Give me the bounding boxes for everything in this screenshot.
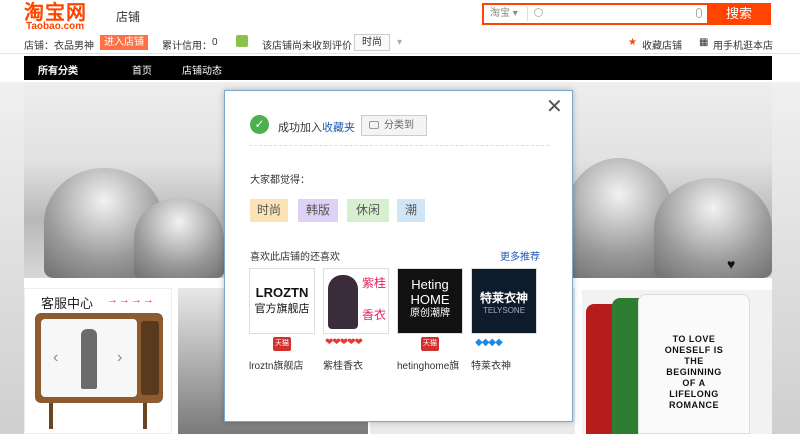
no-review-text: 该店铺尚未收到评价 <box>262 41 352 52</box>
shop-logo-lroztn[interactable]: LROZTN 官方旗舰店 <box>249 268 315 334</box>
chevron-left-icon[interactable]: ‹ <box>53 349 58 367</box>
tag-fashion[interactable]: 时尚 <box>250 199 288 222</box>
heart-rating-badge: ❤❤❤❤❤ <box>325 337 363 348</box>
diamond-rating-badge: ◆◆◆◆ <box>475 337 503 348</box>
shop-name[interactable]: 衣品男神 <box>54 37 94 52</box>
snow-tree <box>134 198 224 278</box>
shop-label: 店铺 <box>116 10 141 24</box>
favorite-shop-link[interactable]: 收藏店铺 <box>642 37 682 52</box>
shop-logo-hetinghome[interactable]: Heting HOME 原创潮牌 <box>397 268 463 334</box>
shop-logo-text: LROZTN <box>255 285 309 300</box>
search-scope-select[interactable]: 淘宝 ▾ <box>486 7 528 21</box>
tmall-badge: 天猫 <box>421 337 439 351</box>
shop-name-ziguixiangyi[interactable]: 紫桂香衣 <box>323 357 363 372</box>
search-button[interactable]: 搜索 <box>707 3 771 25</box>
shirt-line: BEGINNING <box>666 367 722 377</box>
shop-logo-telysone[interactable]: 特莱衣神 TELYSONE <box>471 268 537 334</box>
shop-logo-text: 紫桂 <box>362 276 387 290</box>
snow-tree <box>654 178 772 278</box>
header: 淘宝网 Taobao.com 店铺 淘宝 ▾ 搜索 <box>0 0 800 34</box>
search-scope-label: 淘宝 <box>490 8 510 19</box>
nav-home[interactable]: 首页 <box>132 62 152 77</box>
taobao-logo[interactable]: 淘宝网 Taobao.com <box>24 2 96 32</box>
chevron-down-icon[interactable]: ▾ <box>397 37 402 48</box>
mobile-browse-link[interactable]: 用手机逛本店 <box>713 37 773 52</box>
credit-level-icon <box>236 35 248 47</box>
favorite-success-dialog: ✕ ✓ 成功加入收藏夹 分类到 大家都觉得： 时尚 韩版 休闲 潮 喜欢此店铺的… <box>224 90 573 422</box>
page-background-left <box>0 82 24 434</box>
shop-prefix: 店铺： <box>24 41 54 52</box>
microphone-icon[interactable] <box>696 8 702 18</box>
check-icon: ✓ <box>250 115 269 134</box>
shirt-line: THE <box>684 356 704 366</box>
tv-screen: ‹ › <box>41 319 137 397</box>
more-recommendations-link[interactable]: 更多推荐 <box>500 248 540 263</box>
everyone-thinks-title: 大家都觉得： <box>250 175 310 186</box>
tv-knobs <box>141 321 159 395</box>
folder-icon <box>369 121 379 129</box>
nav-shop-updates[interactable]: 店铺动态 <box>182 62 222 77</box>
divider <box>249 145 549 146</box>
tv-leg <box>49 403 53 429</box>
credit-value: 0 <box>212 37 218 48</box>
customer-service-panel: 客服中心 →→→→ ‹ › <box>24 288 172 434</box>
shop-nav: 所有分类 首页 店铺动态 <box>24 56 772 80</box>
shop-name-telysone[interactable]: 特莱衣神 <box>471 357 511 372</box>
chevron-right-icon[interactable]: › <box>117 349 122 367</box>
shop-logo-text: Heting <box>411 277 449 292</box>
tag-korean[interactable]: 韩版 <box>298 199 338 222</box>
qr-code-icon: ▦ <box>699 37 709 48</box>
shop-logo-caption: 原创潮牌 <box>410 308 450 319</box>
credit-label: 累计信用： <box>162 41 212 52</box>
retro-tv-graphic: ‹ › <box>35 313 163 429</box>
also-liked-title: 喜欢此店铺的还喜欢 <box>250 252 340 263</box>
style-tag-select[interactable]: 时尚 <box>354 34 390 51</box>
tv-leg <box>143 403 147 429</box>
shirt-print-text: TO LOVE ONESELF IS THE BEGINNING OF A LI… <box>644 334 744 411</box>
model-figure <box>81 329 97 389</box>
success-prefix: 成功加入 <box>278 122 322 134</box>
shirt-line: LIFELONG <box>669 389 719 399</box>
shop-logo-subtext: 官方旗舰店 <box>254 303 310 315</box>
arrow-decoration: →→→→ <box>107 294 155 306</box>
tag-trendy[interactable]: 潮 <box>397 199 425 222</box>
shop-logo-subtext: 香衣 <box>362 308 387 322</box>
close-icon[interactable]: ✕ <box>546 97 563 117</box>
shop-name-lroztn[interactable]: lroztn旗舰店 <box>249 357 303 372</box>
anime-girl-illustration <box>328 275 358 329</box>
success-message: 成功加入收藏夹 <box>278 119 355 135</box>
shop-logo-subtext: HOME <box>410 292 450 307</box>
chevron-down-icon: ▾ <box>512 8 518 19</box>
service-title: 客服中心 <box>41 296 94 311</box>
shirts-photo: TO LOVE ONESELF IS THE BEGINNING OF A LI… <box>582 290 772 434</box>
shop-info-bar: 店铺： 衣品男神 进入店铺 累计信用： 0 该店铺尚未收到评价 时尚 ▾ ★ 收… <box>0 32 800 54</box>
tag-casual[interactable]: 休闲 <box>347 199 389 222</box>
shop-logo-subtext: TELYSONE <box>482 306 526 315</box>
tmall-badge: 天猫 <box>273 337 291 351</box>
search-icon <box>534 8 543 17</box>
categorize-button[interactable]: 分类到 <box>361 115 427 136</box>
nav-all-categories[interactable]: 所有分类 <box>38 62 78 77</box>
shop-logo-ziguixiangyi[interactable]: 紫桂 香衣 <box>323 268 389 334</box>
heart-icon[interactable]: ♥ <box>727 256 735 272</box>
logo-chinese: 淘宝网 <box>24 0 87 24</box>
categorize-label: 分类到 <box>384 120 414 131</box>
shirt-line: OF A <box>682 378 706 388</box>
shirt-line: ROMANCE <box>669 400 719 410</box>
shirt-line: TO LOVE <box>672 334 716 344</box>
enter-shop-button[interactable]: 进入店铺 <box>100 35 148 50</box>
shop-name-hetinghome[interactable]: hetinghome旗 <box>397 357 459 372</box>
page-background-right <box>772 82 800 434</box>
favorites-link[interactable]: 收藏夹 <box>322 122 355 134</box>
star-icon: ★ <box>628 37 637 48</box>
shirt-line: ONESELF IS <box>664 345 724 355</box>
shop-logo-text: 特莱衣神 <box>479 291 528 305</box>
